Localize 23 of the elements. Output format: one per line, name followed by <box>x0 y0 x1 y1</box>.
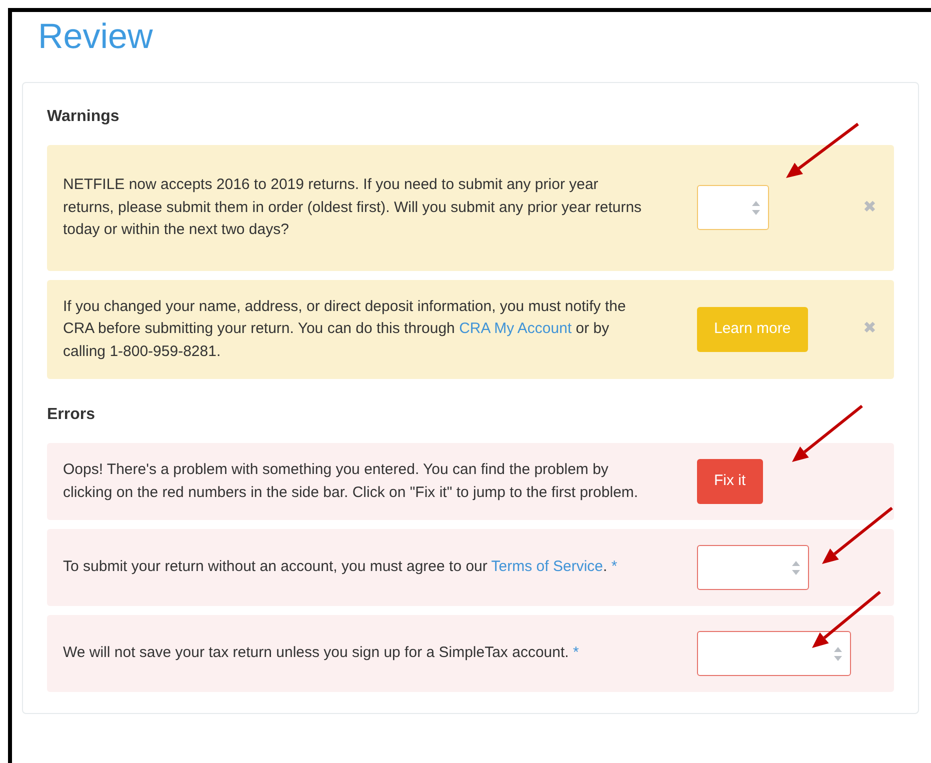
annotation-arrow <box>822 506 893 564</box>
message-text: We will not save your tax return unless you sign up for a SimpleTax account. * <box>63 643 580 664</box>
section-heading: Warnings <box>47 107 120 127</box>
message-text: Oops! There's a problem with something you entered. You can find the problem by clicking on the red numbers in the side bar. Click on "Fix it" to jump to the first problem. <box>63 460 640 502</box>
message-text: To submit your return without an account, you must agree to our Terms of Service. * <box>63 557 618 578</box>
message-text: If you changed your name, address, or direct deposit information, you must notify the CRA before submitting your return. You can do this through CRA My Account or by calling 1-800-959-8281. <box>63 296 627 362</box>
fix-button[interactable]: Fix it <box>697 459 763 504</box>
spinner-arrows-icon <box>792 560 800 576</box>
annotation-arrow <box>792 404 863 462</box>
close-icon[interactable]: ✖ <box>863 318 878 340</box>
select-field[interactable] <box>697 545 809 590</box>
learn-more-button[interactable]: Learn more <box>697 307 808 352</box>
annotation-arrow <box>812 590 881 648</box>
spinner-arrows-icon <box>834 646 842 662</box>
page-title: Review <box>38 16 154 58</box>
link[interactable]: Terms of Service <box>491 558 603 576</box>
close-icon[interactable]: ✖ <box>863 196 878 219</box>
select-field[interactable] <box>697 185 769 230</box>
section-heading: Errors <box>47 405 96 425</box>
link[interactable]: CRA My Account <box>459 320 572 337</box>
message-text: NETFILE now accepts 2016 to 2019 returns. If you need to submit any prior year returns, please submit them in order (oldest first). Will you submit any prior year returns today or within the next two days? <box>63 175 643 240</box>
select-field[interactable] <box>697 631 851 676</box>
spinner-arrows-icon <box>752 200 760 216</box>
